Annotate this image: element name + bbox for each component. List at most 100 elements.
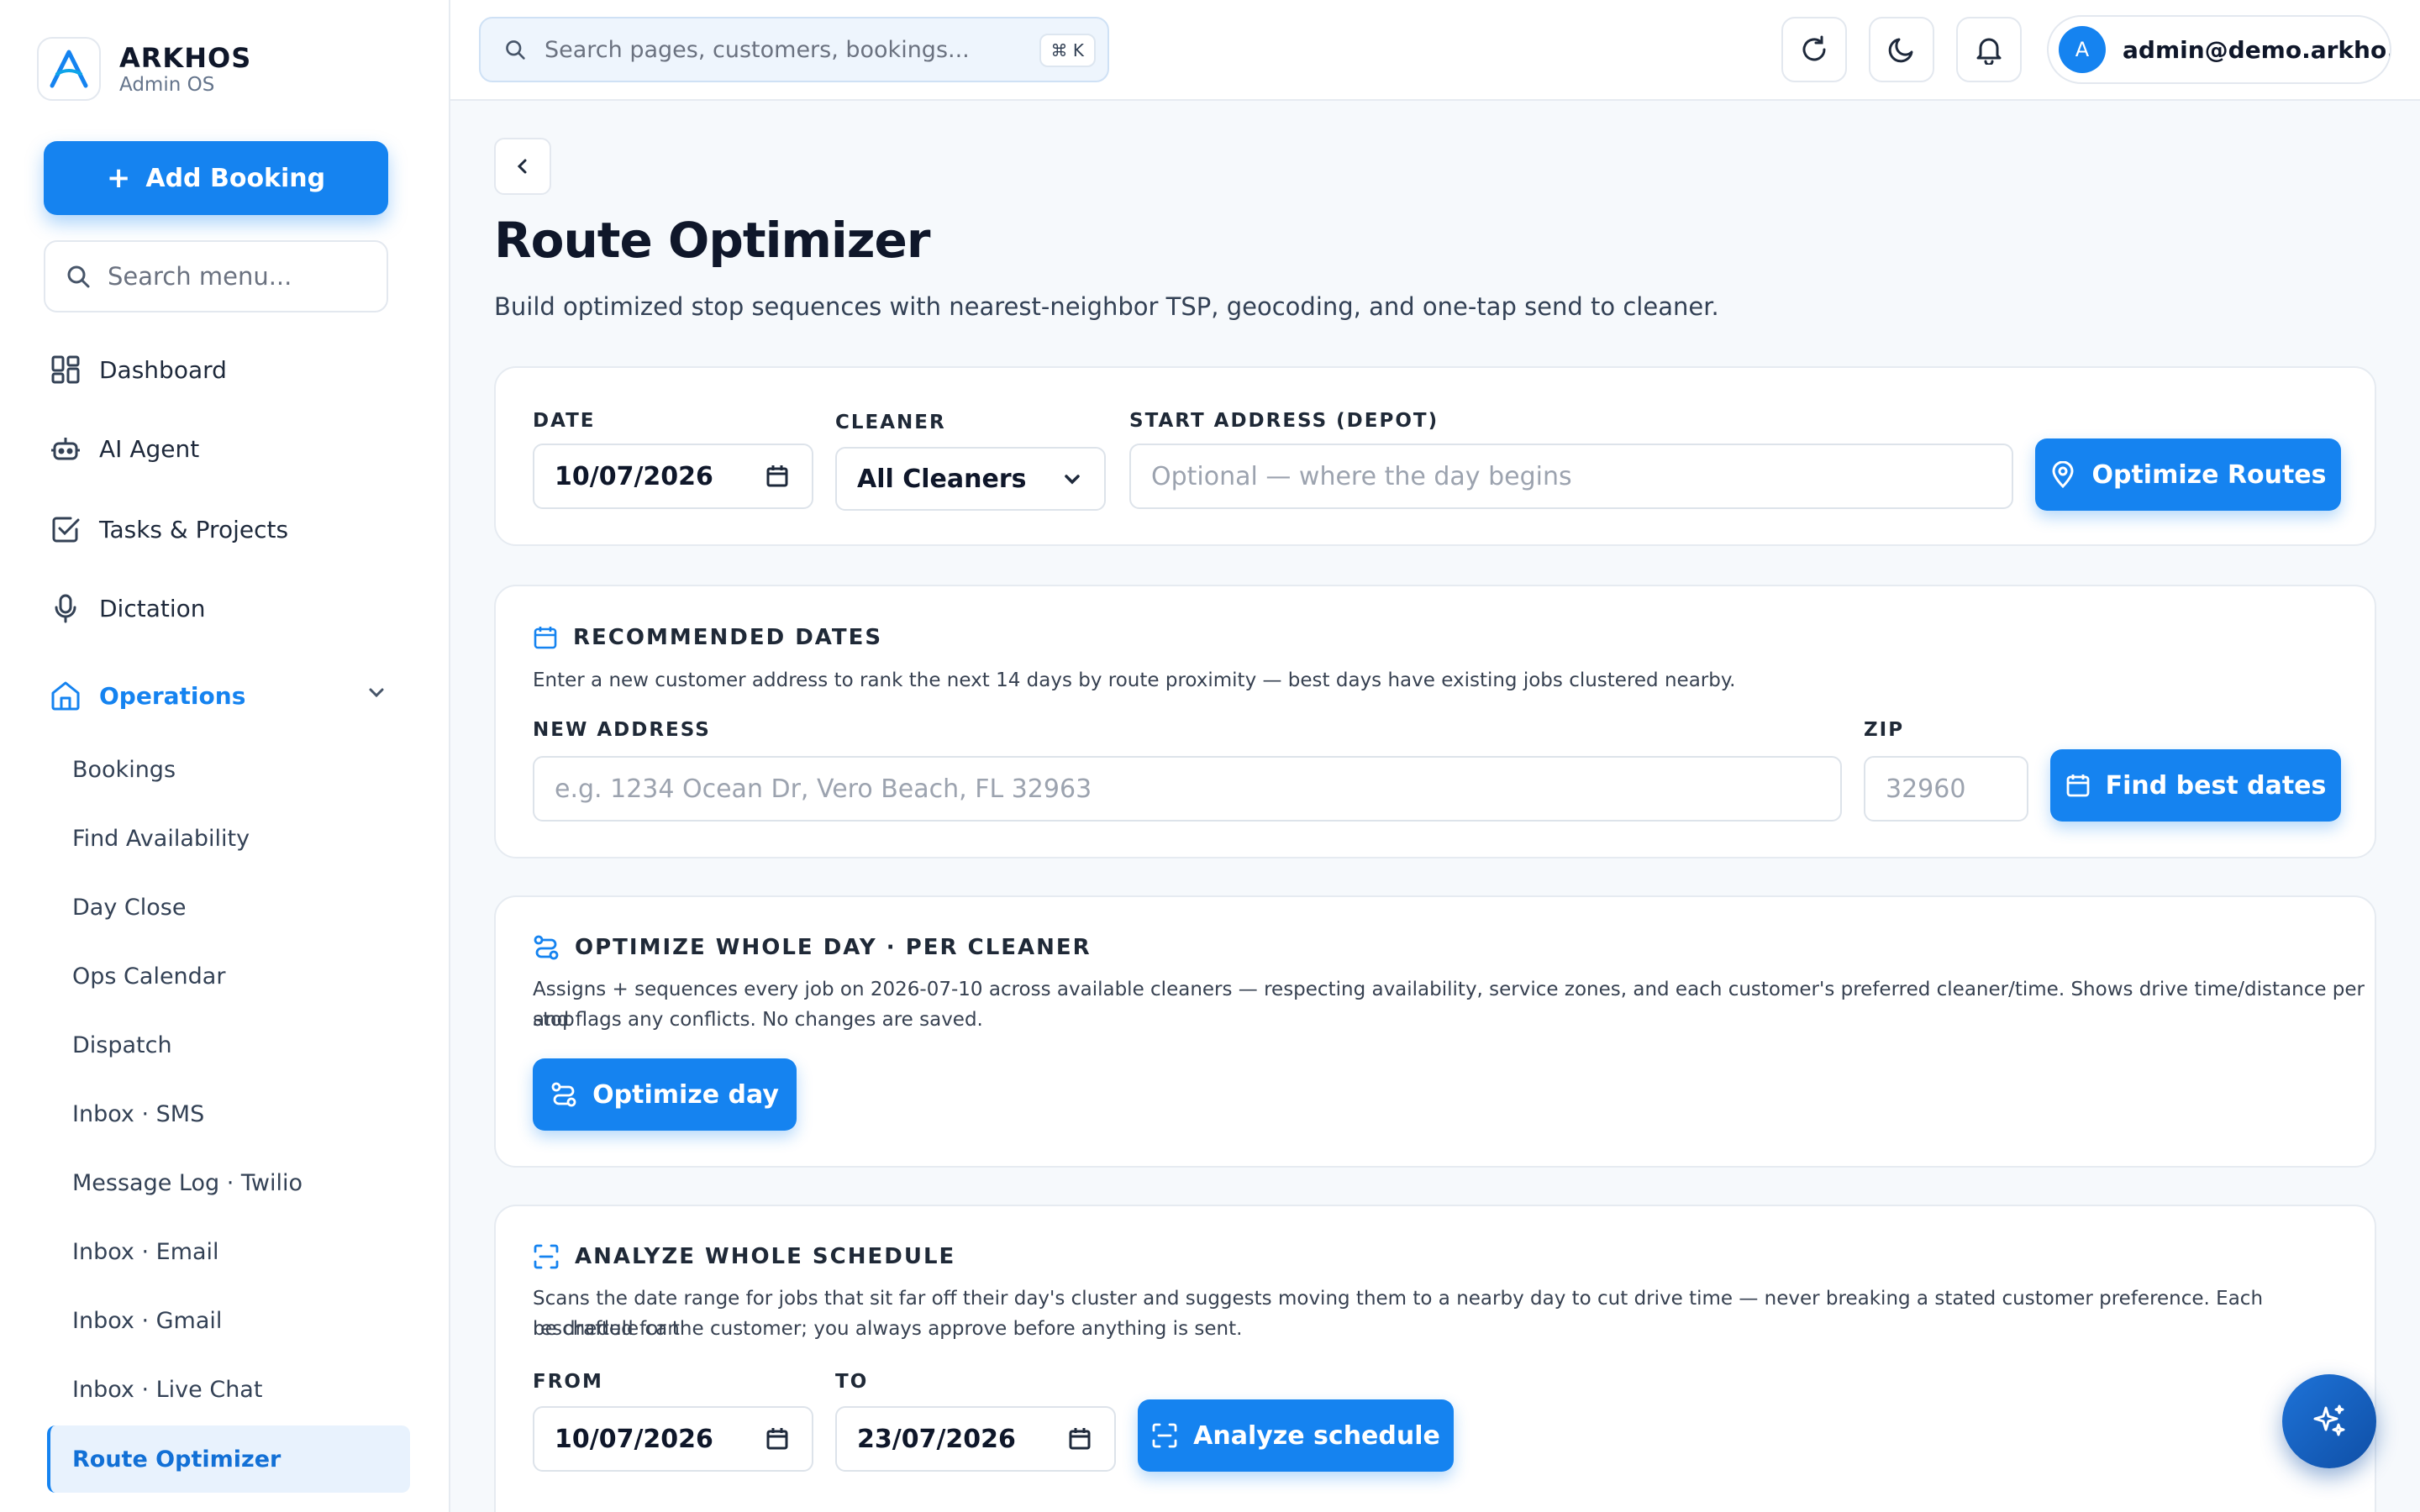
- plus-icon: +: [106, 161, 131, 195]
- page-title: Route Optimizer: [494, 212, 930, 269]
- sidebar-item-bookings[interactable]: Bookings: [72, 744, 176, 795]
- sidebar-item-day-close[interactable]: Day Close: [72, 882, 186, 932]
- sidebar-item-inbox-sms[interactable]: Inbox · SMS: [72, 1089, 204, 1139]
- sidebar-item-inbox-gmail[interactable]: Inbox · Gmail: [72, 1295, 222, 1346]
- microphone-icon: [49, 591, 82, 625]
- start-address-input[interactable]: Optional — where the day begins: [1129, 444, 2013, 509]
- analyze-schedule-button[interactable]: Analyze schedule: [1138, 1399, 1454, 1472]
- to-date-input[interactable]: 23/07/2026: [835, 1406, 1116, 1472]
- sidebar-item-label: Dashboard: [99, 355, 227, 384]
- sidebar-item-label: Dictation: [99, 594, 206, 622]
- route-icon: [534, 935, 559, 960]
- sidebar-item-ai-agent[interactable]: AI Agent: [49, 423, 199, 474]
- cleaner-value: All Cleaners: [857, 464, 1027, 494]
- optimize-day-label: Optimize day: [592, 1079, 779, 1110]
- scan-icon: [1152, 1423, 1177, 1448]
- search-icon: [506, 40, 525, 60]
- date-input[interactable]: 10/07/2026: [533, 444, 813, 509]
- brand-name: ARKHOS: [119, 42, 252, 74]
- sidebar-item-ops-calendar[interactable]: Ops Calendar: [72, 951, 225, 1001]
- notifications-button[interactable]: [1956, 17, 2022, 82]
- find-best-dates-button[interactable]: Find best dates: [2050, 749, 2341, 822]
- back-button[interactable]: [494, 138, 551, 195]
- calendar-icon: [2066, 774, 2090, 797]
- calendar-icon: [534, 627, 557, 649]
- optimize-routes-label: Optimize Routes: [2091, 459, 2327, 490]
- sidebar-item-find-availability[interactable]: Find Availability: [72, 813, 250, 864]
- home-icon: [49, 679, 82, 712]
- optimize-day-title: OPTIMIZE WHOLE DAY · PER CLEANER: [575, 935, 1092, 960]
- map-pin-icon: [2052, 461, 2074, 488]
- analyze-schedule-title: ANALYZE WHOLE SCHEDULE: [575, 1244, 956, 1269]
- sidebar-item-tasks[interactable]: Tasks & Projects: [49, 504, 288, 554]
- menu-search-placeholder: Search menu...: [108, 262, 292, 291]
- from-date-input[interactable]: 10/07/2026: [533, 1406, 813, 1472]
- from-date-value: 10/07/2026: [555, 1424, 713, 1454]
- zip-input[interactable]: 32960: [1864, 756, 2028, 822]
- route-form-card: DATE 10/07/2026 CLEANER All Cleaners STA…: [494, 366, 2376, 546]
- scan-icon: [534, 1244, 559, 1269]
- sidebar-item-dispatch[interactable]: Dispatch: [72, 1020, 172, 1070]
- analyze-schedule-heading: ANALYZE WHOLE SCHEDULE: [533, 1243, 955, 1270]
- refresh-icon: [1802, 35, 1826, 61]
- user-menu[interactable]: A admin@demo.arkho...: [2047, 15, 2391, 84]
- analyze-schedule-description-2: be drafted for the customer; you always …: [533, 1318, 1243, 1340]
- sidebar-item-message-log[interactable]: Message Log · Twilio: [72, 1158, 302, 1208]
- sidebar-group-label: Operations: [99, 681, 246, 710]
- chevron-down-icon: [1062, 469, 1082, 489]
- brand-subtitle: Admin OS: [119, 74, 215, 96]
- bell-icon: [1976, 38, 2002, 65]
- recommended-dates-description: Enter a new customer address to rank the…: [533, 669, 1736, 691]
- sidebar-group-operations[interactable]: Operations: [49, 670, 245, 721]
- to-label: TO: [835, 1371, 869, 1393]
- sidebar-item-route-optimizer[interactable]: Route Optimizer: [47, 1425, 410, 1493]
- menu-search-input[interactable]: Search menu...: [44, 240, 388, 312]
- start-address-label: START ADDRESS (DEPOT): [1129, 410, 1439, 432]
- avatar: A: [2059, 26, 2106, 73]
- cleaner-label: CLEANER: [835, 412, 946, 433]
- zip-placeholder: 32960: [1886, 774, 1966, 804]
- analyze-schedule-card: ANALYZE WHOLE SCHEDULE Scans the date ra…: [494, 1205, 2376, 1512]
- moon-icon: [1888, 38, 1913, 63]
- sidebar-item-label: AI Agent: [99, 434, 200, 463]
- global-search-input[interactable]: Search pages, customers, bookings... ⌘ K: [479, 17, 1109, 82]
- ai-assistant-button[interactable]: [2282, 1374, 2376, 1468]
- calendar-icon: [765, 464, 790, 489]
- sidebar-item-dictation[interactable]: Dictation: [49, 583, 206, 633]
- cleaner-select[interactable]: All Cleaners: [835, 447, 1106, 511]
- route-icon: [551, 1082, 576, 1107]
- start-address-placeholder: Optional — where the day begins: [1151, 461, 1572, 491]
- analyze-schedule-label: Analyze schedule: [1193, 1420, 1440, 1451]
- optimize-day-card: OPTIMIZE WHOLE DAY · PER CLEANER Assigns…: [494, 895, 2376, 1168]
- new-address-input[interactable]: e.g. 1234 Ocean Dr, Vero Beach, FL 32963: [533, 756, 1842, 822]
- refresh-button[interactable]: [1781, 17, 1847, 82]
- global-search-placeholder: Search pages, customers, bookings...: [544, 36, 970, 63]
- brand[interactable]: ARKHOS Admin OS: [37, 37, 251, 101]
- date-value: 10/07/2026: [555, 461, 713, 491]
- optimize-day-heading: OPTIMIZE WHOLE DAY · PER CLEANER: [533, 934, 1092, 961]
- sparkles-icon: [2313, 1404, 2345, 1436]
- search-icon: [67, 265, 90, 288]
- recommended-dates-title: RECOMMENDED DATES: [573, 625, 883, 650]
- checkbox-icon: [49, 512, 82, 546]
- chevron-down-icon[interactable]: [366, 682, 387, 702]
- user-email: admin@demo.arkho...: [2123, 35, 2391, 64]
- sidebar-item-inbox-live-chat[interactable]: Inbox · Live Chat: [72, 1364, 262, 1415]
- sidebar-item-label: Tasks & Projects: [99, 515, 289, 543]
- sidebar-item-dashboard[interactable]: Dashboard: [49, 344, 227, 395]
- add-booking-label: Add Booking: [145, 163, 326, 193]
- zip-label: ZIP: [1864, 719, 1905, 741]
- theme-toggle-button[interactable]: [1869, 17, 1934, 82]
- sidebar-item-inbox-email[interactable]: Inbox · Email: [72, 1226, 219, 1277]
- calendar-icon: [1067, 1426, 1092, 1452]
- robot-icon: [49, 432, 82, 465]
- optimize-day-button[interactable]: Optimize day: [533, 1058, 797, 1131]
- new-address-placeholder: e.g. 1234 Ocean Dr, Vero Beach, FL 32963: [555, 774, 1092, 804]
- keyboard-shortcut-badge: ⌘ K: [1039, 34, 1096, 67]
- optimize-routes-button[interactable]: Optimize Routes: [2035, 438, 2341, 511]
- find-best-dates-label: Find best dates: [2105, 770, 2327, 801]
- chevron-left-icon: [517, 159, 527, 174]
- sidebar: ARKHOS Admin OS + Add Booking Search men…: [0, 0, 450, 1512]
- add-booking-button[interactable]: + Add Booking: [44, 141, 388, 215]
- arkhos-logo-icon: [37, 37, 101, 101]
